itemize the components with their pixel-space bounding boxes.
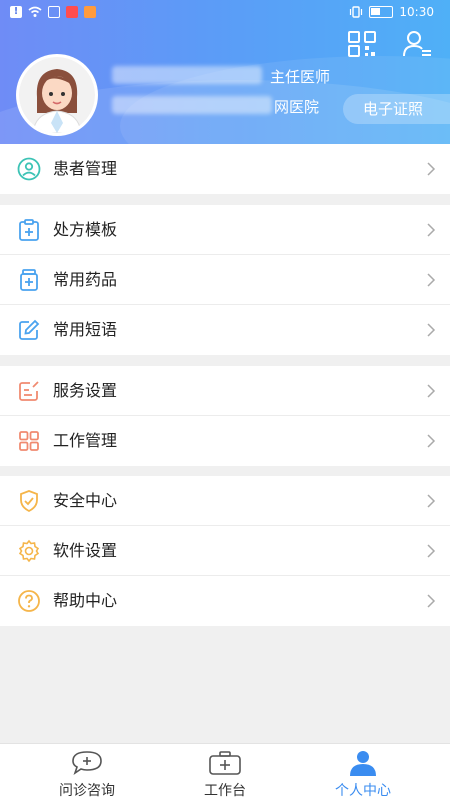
menu-item-label: 患者管理 xyxy=(53,159,118,178)
grid-icon xyxy=(19,431,39,451)
doctor-title: 主任医师 xyxy=(270,68,331,86)
edit-icon xyxy=(19,319,40,340)
menu-item-label: 处方模板 xyxy=(53,220,118,239)
chevron-right-icon xyxy=(427,323,436,337)
hospital-name: 网医院 xyxy=(274,98,320,116)
menu-group-settings: 安全中心 软件设置 帮助中心 xyxy=(0,476,450,626)
app-notification-icon xyxy=(84,6,96,18)
user-list-icon[interactable] xyxy=(402,30,432,58)
chevron-right-icon xyxy=(427,594,436,608)
chevron-right-icon xyxy=(427,434,436,448)
chevron-right-icon xyxy=(427,544,436,558)
patient-icon xyxy=(17,157,41,181)
medical-kit-icon xyxy=(209,751,241,775)
gear-icon xyxy=(18,539,40,563)
doctor-avatar-icon xyxy=(19,57,95,133)
tab-label: 个人中心 xyxy=(335,783,391,799)
service-icon xyxy=(19,381,39,401)
chevron-right-icon xyxy=(427,494,436,508)
chevron-right-icon xyxy=(427,223,436,237)
qr-code-icon[interactable] xyxy=(347,30,377,58)
menu-item-label: 工作管理 xyxy=(53,431,118,450)
menu-group-services: 服务设置 工作管理 xyxy=(0,366,450,466)
menu-item-service-settings[interactable]: 服务设置 xyxy=(0,366,450,416)
shield-icon xyxy=(20,490,38,513)
tab-personal-center[interactable]: 个人中心 xyxy=(288,744,438,800)
medicine-icon xyxy=(20,269,38,291)
avatar[interactable] xyxy=(16,54,98,136)
chat-plus-icon xyxy=(72,751,102,775)
bottom-nav: 问诊咨询 工作台 个人中心 xyxy=(0,743,450,800)
profile-header: ! 10:30 主任医师 网医院 电子证照 xyxy=(0,0,450,144)
menu-group-prescriptions: 处方模板 常用药品 常用短语 xyxy=(0,205,450,355)
menu-item-patient-management[interactable]: 患者管理 xyxy=(0,144,450,194)
tab-label: 问诊咨询 xyxy=(59,783,115,799)
person-icon xyxy=(350,751,376,776)
menu-item-security-center[interactable]: 安全中心 xyxy=(0,476,450,526)
menu-item-work-management[interactable]: 工作管理 xyxy=(0,416,450,466)
menu-item-software-settings[interactable]: 软件设置 xyxy=(0,526,450,576)
help-icon xyxy=(18,590,40,612)
prescription-icon xyxy=(19,219,39,241)
menu-item-common-phrases[interactable]: 常用短语 xyxy=(0,305,450,355)
menu-item-label: 常用药品 xyxy=(53,270,118,289)
nfc-icon xyxy=(48,6,60,18)
tab-consultation[interactable]: 问诊咨询 xyxy=(12,744,162,800)
certificate-button[interactable]: 电子证照 xyxy=(343,94,450,124)
chevron-right-icon xyxy=(427,273,436,287)
menu-item-prescription-template[interactable]: 处方模板 xyxy=(0,205,450,255)
status-time: 10:30 xyxy=(399,5,434,19)
chevron-right-icon xyxy=(427,384,436,398)
menu-item-label: 服务设置 xyxy=(53,381,118,400)
hospital-name-redacted xyxy=(112,96,272,114)
doctor-name-redacted xyxy=(112,66,262,84)
menu-item-label: 常用短语 xyxy=(53,320,118,339)
menu-group-patients: 患者管理 xyxy=(0,144,450,194)
alert-icon: ! xyxy=(10,6,22,18)
menu-item-label: 帮助中心 xyxy=(53,591,118,610)
menu-item-label: 安全中心 xyxy=(53,491,118,510)
status-bar: ! 10:30 xyxy=(0,0,450,26)
menu-item-common-medicines[interactable]: 常用药品 xyxy=(0,255,450,305)
menu-item-label: 软件设置 xyxy=(53,541,118,560)
notification-icon xyxy=(66,6,78,18)
tab-label: 工作台 xyxy=(204,783,246,799)
wifi-icon xyxy=(28,6,42,17)
vibrate-icon xyxy=(350,6,363,18)
tab-workbench[interactable]: 工作台 xyxy=(150,744,300,800)
battery-icon xyxy=(369,6,394,18)
chevron-right-icon xyxy=(427,162,436,176)
menu-item-help-center[interactable]: 帮助中心 xyxy=(0,576,450,626)
